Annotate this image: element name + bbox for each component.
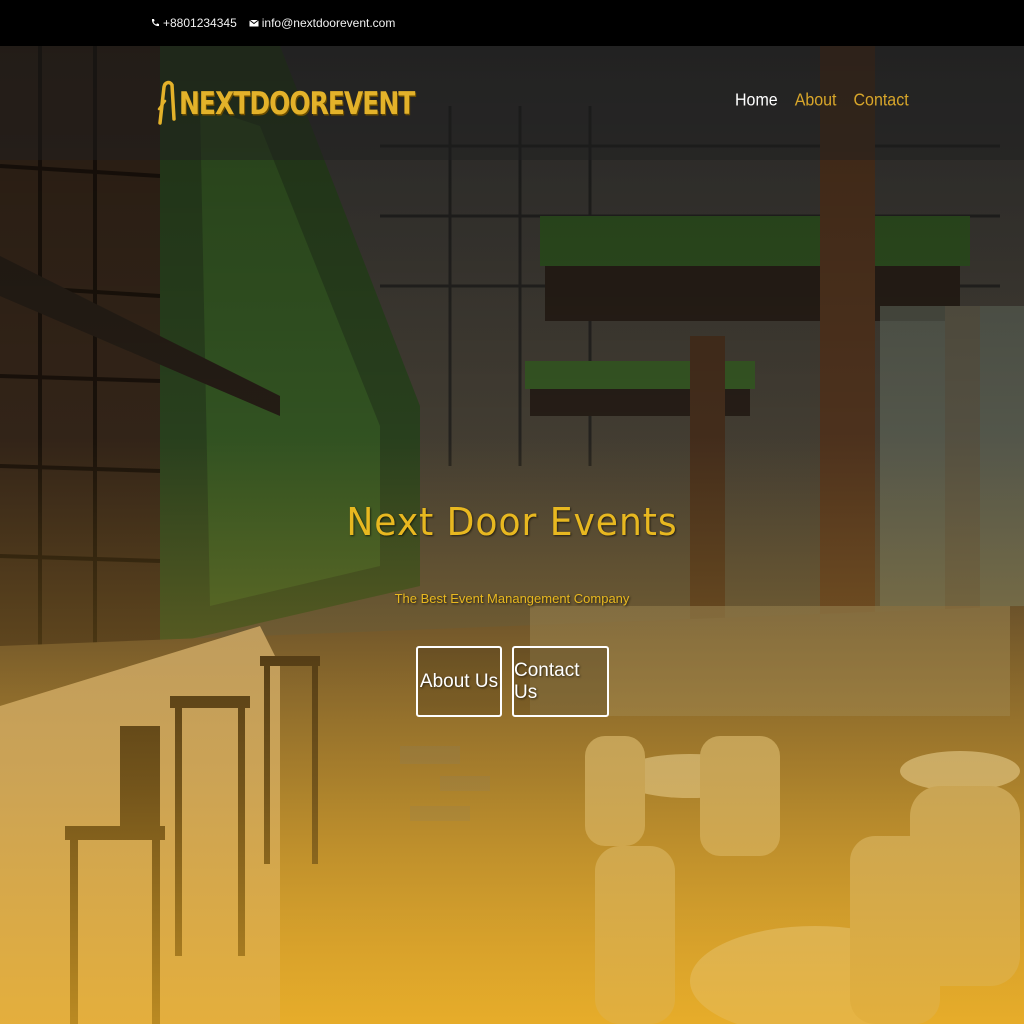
nav-item-contact[interactable]: Contact <box>854 91 909 111</box>
logo-wordmark: NEXTDOOREVENT <box>179 84 415 122</box>
envelope-icon <box>248 18 259 28</box>
hero-buttons: About Us Contact Us <box>416 646 619 717</box>
email-contact[interactable]: info@nextdoorevent.com <box>248 16 396 30</box>
site-logo[interactable]: NEXTDOOREVENT <box>156 78 415 128</box>
phone-number: +8801234345 <box>163 16 237 30</box>
top-contact-bar: +8801234345 info@nextdoorevent.com <box>0 0 1024 46</box>
logo-mark-icon <box>156 79 178 127</box>
phone-icon <box>150 18 160 28</box>
nav-item-about[interactable]: About <box>795 91 837 111</box>
phone-contact[interactable]: +8801234345 <box>150 16 237 30</box>
contact-us-button[interactable]: Contact Us <box>512 646 609 717</box>
hero-subtitle: The Best Event Manangement Company <box>394 591 630 606</box>
main-navigation: Home About Contact <box>735 91 926 111</box>
nav-item-home[interactable]: Home <box>735 91 778 111</box>
email-address: info@nextdoorevent.com <box>261 16 396 30</box>
hero-title: Next Door Events <box>346 500 678 544</box>
about-us-button[interactable]: About Us <box>416 646 502 717</box>
